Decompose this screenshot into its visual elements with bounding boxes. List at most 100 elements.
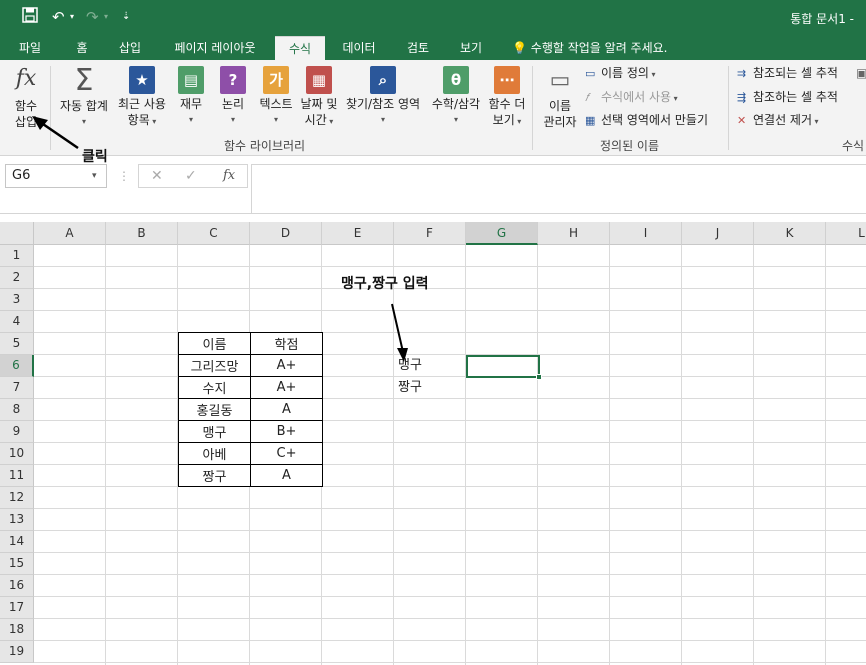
- tab-data[interactable]: 데이터: [333, 36, 385, 60]
- table-header-row: 이름 학점: [178, 332, 323, 355]
- undo-dropdown-icon[interactable]: ▾: [70, 7, 74, 27]
- row-header-17[interactable]: 17: [0, 597, 34, 619]
- tab-review[interactable]: 검토: [396, 36, 440, 60]
- column-header-d[interactable]: D: [250, 222, 322, 245]
- row-header-8[interactable]: 8: [0, 399, 34, 421]
- lookup-reference-button[interactable]: ⌕ 찾기/참조 영역 ▾: [341, 64, 425, 128]
- row-header-3[interactable]: 3: [0, 289, 34, 311]
- cell-F7[interactable]: 짱구: [398, 377, 422, 399]
- row-header-2[interactable]: 2: [0, 267, 34, 289]
- row-header-9[interactable]: 9: [0, 421, 34, 443]
- row-header-19[interactable]: 19: [0, 641, 34, 663]
- recently-used-label-1: 최근 사용: [118, 97, 166, 111]
- grade-cell[interactable]: A: [250, 398, 323, 421]
- name-cell[interactable]: 짱구: [178, 464, 251, 487]
- column-header-k[interactable]: K: [754, 222, 826, 245]
- column-header-b[interactable]: B: [106, 222, 178, 245]
- column-header-l[interactable]: L: [826, 222, 866, 245]
- name-cell[interactable]: 홍길동: [178, 398, 251, 421]
- remove-arrows-icon: ✕: [737, 114, 747, 127]
- math-trig-button[interactable]: θ 수학/삼각 ▾: [428, 64, 484, 128]
- name-cell[interactable]: 맹구: [178, 420, 251, 443]
- more-functions-button[interactable]: ⋯ 함수 더 보기 ▾: [486, 64, 528, 130]
- chevron-down-icon[interactable]: ▾: [92, 164, 97, 188]
- tab-page-layout[interactable]: 페이지 레이아웃: [162, 36, 268, 60]
- grade-cell[interactable]: A+: [250, 376, 323, 399]
- row-header-14[interactable]: 14: [0, 531, 34, 553]
- save-icon[interactable]: [22, 7, 38, 28]
- tab-view[interactable]: 보기: [449, 36, 493, 60]
- remove-arrows-button[interactable]: ✕ 연결선 제거 ▾: [737, 111, 819, 131]
- row-header-11[interactable]: 11: [0, 465, 34, 487]
- define-name-button[interactable]: ▭ 이름 정의 ▾: [585, 64, 656, 84]
- tab-insert[interactable]: 삽입: [108, 36, 152, 60]
- row-header-10[interactable]: 10: [0, 443, 34, 465]
- grade-cell[interactable]: B+: [250, 420, 323, 443]
- column-header-h[interactable]: H: [538, 222, 610, 245]
- customize-toolbar-icon[interactable]: ⇣: [122, 7, 130, 27]
- row-header-6[interactable]: 6: [0, 355, 34, 377]
- cancel-icon: ✕: [151, 168, 163, 184]
- name-cell[interactable]: 아베: [178, 442, 251, 465]
- name-manager-label-2: 관리자: [543, 115, 577, 129]
- trace-precedents-button[interactable]: ⇉ 참조되는 셀 추적: [737, 64, 838, 83]
- row-header-1[interactable]: 1: [0, 245, 34, 267]
- fill-handle[interactable]: [536, 374, 542, 380]
- undo-icon[interactable]: ↶: [52, 7, 65, 27]
- grade-cell[interactable]: A: [250, 464, 323, 487]
- trace-dependents-label: 참조하는 셀 추적: [753, 90, 838, 104]
- row-header-7[interactable]: 7: [0, 377, 34, 399]
- grade-cell[interactable]: A+: [250, 354, 323, 377]
- lookup-icon: ⌕: [370, 66, 396, 94]
- tell-me-box[interactable]: 💡 수행할 작업을 알려 주세요.: [512, 36, 667, 60]
- trace-precedents-icon: ⇉: [737, 67, 747, 80]
- name-cell[interactable]: 수지: [178, 376, 251, 399]
- insert-function-fx-button[interactable]: fx: [223, 165, 235, 187]
- sigma-icon: Σ: [74, 63, 94, 98]
- tab-home[interactable]: 홈: [62, 36, 102, 60]
- formula-input[interactable]: [251, 164, 866, 214]
- tab-formulas[interactable]: 수식: [275, 36, 325, 60]
- active-cell-G6[interactable]: [466, 355, 540, 378]
- logical-button[interactable]: ? 논리 ▾: [216, 64, 250, 128]
- column-header-g[interactable]: G: [466, 222, 538, 245]
- table-header-cell[interactable]: 학점: [250, 332, 323, 355]
- formula-bar-grip: ⋮: [118, 169, 130, 183]
- row-header-12[interactable]: 12: [0, 487, 34, 509]
- text-button[interactable]: 가 텍스트 ▾: [256, 64, 296, 128]
- column-header-j[interactable]: J: [682, 222, 754, 245]
- table-header-cell[interactable]: 이름: [178, 332, 251, 355]
- grade-cell[interactable]: C+: [250, 442, 323, 465]
- title-bar: ↶ ▾ ↷ ▾ ⇣ 통합 문서1 -: [0, 0, 866, 36]
- ribbon-formulas: fx 함수 삽입 Σ 자동 합계 ▾ ★ 최근 사용 항목 ▾ ▤ 재무 ▾ ?…: [0, 60, 866, 156]
- redo-icon: ↷: [86, 8, 99, 26]
- trace-dependents-button[interactable]: ⇶ 참조하는 셀 추적: [737, 88, 838, 107]
- row-header-13[interactable]: 13: [0, 509, 34, 531]
- recently-used-button[interactable]: ★ 최근 사용 항목 ▾: [114, 64, 170, 130]
- name-cell[interactable]: 그리즈망: [178, 354, 251, 377]
- row-header-16[interactable]: 16: [0, 575, 34, 597]
- more-functions-icon: ⋯: [494, 66, 520, 94]
- show-formulas-icon[interactable]: ▣: [856, 64, 866, 82]
- row-header-15[interactable]: 15: [0, 553, 34, 575]
- table-row: 아베 C+: [178, 442, 323, 465]
- row-header-5[interactable]: 5: [0, 333, 34, 355]
- create-from-selection-button[interactable]: ▦ 선택 영역에서 만들기: [585, 111, 708, 130]
- column-header-a[interactable]: A: [34, 222, 106, 245]
- formula-bar: G6 ▾ ⋮ ✕ ✓ fx: [0, 156, 866, 214]
- remove-arrows-label: 연결선 제거: [753, 113, 813, 127]
- financial-button[interactable]: ▤ 재무 ▾: [174, 64, 208, 128]
- row-header-4[interactable]: 4: [0, 311, 34, 333]
- date-time-button[interactable]: ▦ 날짜 및 시간 ▾: [298, 64, 340, 130]
- column-header-c[interactable]: C: [178, 222, 250, 245]
- select-all-corner[interactable]: [0, 222, 34, 245]
- chevron-down-icon: ▾: [648, 70, 656, 79]
- chevron-down-icon: ▾: [149, 117, 157, 126]
- trace-dependents-icon: ⇶: [737, 91, 747, 104]
- column-header-e[interactable]: E: [322, 222, 394, 245]
- column-header-f[interactable]: F: [394, 222, 466, 245]
- tab-file[interactable]: 파일: [6, 36, 54, 60]
- row-header-18[interactable]: 18: [0, 619, 34, 641]
- name-manager-button[interactable]: ▭ 이름 관리자: [538, 64, 582, 130]
- column-header-i[interactable]: I: [610, 222, 682, 245]
